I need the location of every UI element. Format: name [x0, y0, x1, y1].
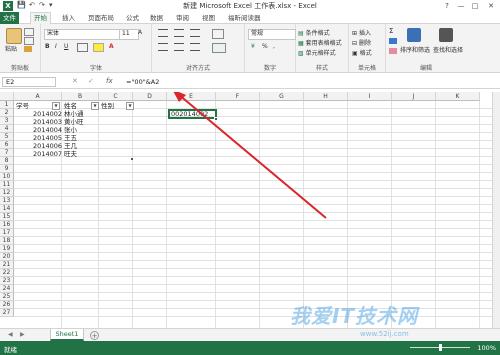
alignment-group-label: 对齐方式 [185, 65, 210, 72]
font-group: 宋体 11 A B I U A 字体 [41, 24, 152, 73]
close-button[interactable]: ✕ [484, 0, 498, 12]
copy-icon[interactable] [24, 37, 34, 45]
number-format-select[interactable]: 常规 [248, 29, 296, 40]
styles-group: ▤ 条件格式 ▦ 套用表格格式 ▧ 单元格样式 样式 [296, 24, 349, 73]
comma-button[interactable]: , [273, 43, 275, 50]
paste-icon[interactable] [6, 28, 22, 44]
bold-button[interactable]: B [45, 43, 50, 50]
tab-review[interactable]: 审阅 [176, 13, 189, 23]
tab-view[interactable]: 视图 [202, 13, 215, 23]
minimize-button[interactable]: — [454, 0, 468, 12]
tab-formulas[interactable]: 公式 [126, 13, 139, 23]
number-group: 常规 ¥ % , 数字 [245, 24, 296, 73]
vertical-scrollbar[interactable] [492, 92, 500, 328]
editing-group-label: 编辑 [419, 65, 432, 72]
alignment-group: 对齐方式 [152, 24, 245, 73]
worksheet-grid[interactable]: ABCDEFGHIJK 1 2 3 4 5 6 7 8 9 10 11 12 13 14 15 16 17 18 1… [0, 92, 492, 328]
autosum-icon[interactable]: Σ [389, 27, 393, 35]
cancel-icon[interactable]: ✕ [72, 77, 78, 85]
sheet-nav-prev-icon[interactable]: ◀ [8, 331, 13, 338]
border-icon[interactable] [77, 43, 88, 52]
italic-button[interactable]: I [55, 43, 57, 50]
insert-cells-button[interactable]: ⊞ 插入 [352, 28, 371, 37]
styles-group-label: 样式 [315, 65, 328, 72]
formula-input[interactable]: ="00"&A2 [126, 77, 159, 87]
align-middle-icon[interactable] [174, 29, 184, 37]
align-center-icon[interactable] [174, 43, 184, 51]
sort-filter-icon[interactable] [407, 28, 421, 42]
add-sheet-button[interactable]: + [90, 331, 99, 340]
sheet-tab-sheet1[interactable]: Sheet1 [50, 329, 84, 341]
annotation-arrow [173, 92, 327, 219]
status-ready: 就绪 [4, 346, 17, 354]
clear-icon[interactable] [389, 48, 397, 54]
align-left-icon[interactable] [158, 43, 168, 51]
ribbon: 粘贴 剪贴板 宋体 11 A B I U A 字体 对齐方式 常规 ¥ % , … [0, 24, 500, 73]
align-top-icon[interactable] [158, 29, 168, 37]
help-button[interactable]: ? [440, 0, 454, 12]
zoom-level[interactable]: 100% [477, 344, 496, 352]
font-color-icon[interactable]: A [109, 43, 114, 50]
cell-styles-button[interactable]: ▧ 单元格样式 [298, 48, 336, 57]
clipboard-group: 粘贴 剪贴板 [0, 24, 41, 73]
format-as-table-button[interactable]: ▦ 套用表格格式 [298, 38, 342, 47]
confirm-icon[interactable]: ✓ [88, 77, 94, 85]
formula-bar: E2 ✕ ✓ fx ="00"&A2 [0, 76, 500, 89]
conditional-format-button[interactable]: ▤ 条件格式 [298, 28, 330, 37]
fill-color-icon[interactable] [93, 43, 104, 52]
format-painter-icon[interactable] [24, 46, 32, 52]
watermark-url: www.52ij.com [360, 330, 409, 338]
align-right-icon[interactable] [190, 43, 200, 51]
underline-button[interactable]: U [64, 43, 68, 50]
tab-page-layout[interactable]: 页面布局 [88, 13, 114, 23]
clipboard-group-label: 剪贴板 [10, 65, 29, 72]
delete-cells-button[interactable]: ⊟ 删除 [352, 38, 371, 47]
tab-file[interactable]: 文件 [0, 12, 19, 24]
font-size-select[interactable]: 11 [119, 29, 139, 40]
number-group-label: 数字 [263, 65, 276, 72]
fx-icon[interactable]: fx [106, 77, 113, 85]
grow-font-icon[interactable]: A [138, 29, 142, 36]
tab-foxit-reader[interactable]: 福昕阅读器 [228, 13, 261, 23]
watermark-logo: 我爱IT技术网 [290, 304, 419, 328]
find-select-icon[interactable] [439, 28, 453, 42]
paste-label[interactable]: 粘贴 [5, 44, 17, 53]
cut-icon[interactable] [24, 28, 34, 36]
cells-group-label: 单元格 [357, 65, 376, 72]
align-bottom-icon[interactable] [190, 29, 200, 37]
percent-button[interactable]: % [262, 43, 268, 50]
merge-center-icon[interactable] [212, 43, 226, 53]
font-group-label: 字体 [89, 65, 102, 72]
maximize-button[interactable]: □ [468, 0, 482, 12]
title-bar: X 💾 ↶ ↷ ▾ 新建 Microsoft Excel 工作表.xlsx - … [0, 0, 500, 12]
tab-insert[interactable]: 插入 [62, 13, 75, 23]
format-cells-button[interactable]: ▣ 格式 [352, 48, 372, 57]
sort-filter-button[interactable]: 排序和筛选 [400, 45, 430, 54]
find-select-button[interactable]: 查找和选择 [433, 45, 463, 54]
currency-icon[interactable]: ¥ [251, 43, 255, 50]
fill-icon[interactable] [389, 38, 397, 44]
ribbon-tabs: 文件 开始 插入 页面布局 公式 数据 审阅 视图 福昕阅读器 [0, 12, 500, 26]
cells-group: ⊞ 插入 ⊟ 删除 ▣ 格式 单元格 [349, 24, 386, 73]
window-title: 新建 Microsoft Excel 工作表.xlsx - Excel [183, 2, 317, 10]
name-box[interactable]: E2 [2, 77, 56, 87]
wrap-text-icon[interactable] [212, 29, 224, 39]
sheet-nav-next-icon[interactable]: ▶ [20, 331, 25, 338]
zoom-slider-knob[interactable] [439, 344, 442, 351]
tab-data[interactable]: 数据 [150, 13, 163, 23]
editing-group: Σ 排序和筛选 查找和选择 编辑 [386, 24, 466, 73]
status-bar: 就绪 100% [0, 341, 500, 355]
font-name-select[interactable]: 宋体 [44, 29, 120, 40]
